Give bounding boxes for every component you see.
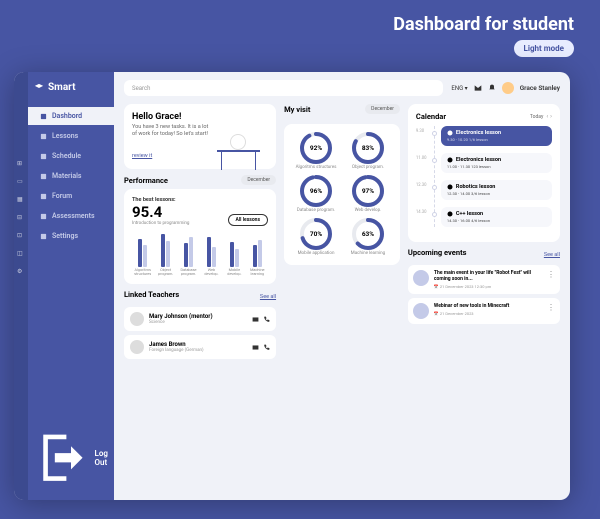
perf-best-number: 95.4 xyxy=(132,203,189,221)
search-placeholder: Search xyxy=(132,85,150,92)
visit-period[interactable]: December xyxy=(365,104,400,114)
topbar: Search ENG ▾ Grace Stanley xyxy=(124,80,560,96)
avatar[interactable] xyxy=(502,82,514,94)
event-image xyxy=(413,270,429,286)
phone-icon[interactable] xyxy=(263,344,270,351)
event-more[interactable]: ⋮ xyxy=(547,303,555,319)
nav-icon xyxy=(40,153,47,160)
play-icon xyxy=(447,157,453,163)
lang-select[interactable]: ENG ▾ xyxy=(451,85,467,92)
teachers-title: Linked Teachers xyxy=(124,290,179,299)
nav-item-lessons[interactable]: Lessons xyxy=(20,127,114,145)
sidebar: Smart Dashbord Lessons Schedule Materials Fo… xyxy=(14,72,114,500)
hello-illustration xyxy=(209,112,269,158)
nav-icon xyxy=(40,133,47,140)
nav-item-forum[interactable]: Forum xyxy=(20,187,114,205)
phone-icon[interactable] xyxy=(263,316,270,323)
perf-best-sub: Introduction to programming xyxy=(132,221,189,226)
columns: Hello Grace! You have 3 new tasks. It is… xyxy=(124,104,560,492)
event-image xyxy=(413,303,429,319)
app-window: ⊞▭▦⊟⊡◫⚙ Smart Dashbord Lessons Schedule Mat… xyxy=(14,72,570,500)
logout-label: Log Out xyxy=(95,449,114,467)
nav-item-settings[interactable]: Settings xyxy=(20,227,114,245)
calendar-item[interactable]: 14.30C++ lesson14.30 - 16.00 4/6 lesson xyxy=(441,207,552,227)
calendar-next[interactable]: › xyxy=(550,113,552,120)
hello-review-link[interactable]: review it xyxy=(132,153,152,159)
events-see-all[interactable]: See all xyxy=(544,252,560,258)
teacher-role: Science xyxy=(149,320,247,325)
visit-ring: 92%Algoritms structures xyxy=(292,132,340,171)
nav-icon xyxy=(40,173,47,180)
event-title: Webinar of new tools in Minecraft xyxy=(434,303,542,309)
calendar-item[interactable]: 11.00Electronics lesson11.00 - 11.30 123… xyxy=(441,153,552,173)
mail-icon[interactable] xyxy=(474,84,482,92)
calendar-prev[interactable]: ‹ xyxy=(546,113,548,120)
nav-item-dashbord[interactable]: Dashbord xyxy=(20,107,114,125)
teacher-row[interactable]: Mary Johnson (mentor)Science xyxy=(124,307,276,331)
page-heading: Dashboard for student xyxy=(393,14,574,35)
mode-pill: Light mode xyxy=(514,40,574,57)
teacher-row[interactable]: James BrownForeign language (German) xyxy=(124,335,276,359)
calendar-item[interactable]: 12.30Robotics lesson12.30 - 14.00 3/6 le… xyxy=(441,180,552,200)
play-icon xyxy=(447,130,453,136)
hello-card: Hello Grace! You have 3 new tasks. It is… xyxy=(124,104,276,169)
brand-text: Smart xyxy=(48,82,75,93)
play-icon xyxy=(447,211,453,217)
visit-ring: 63%Machine learning xyxy=(344,218,392,257)
mail-icon[interactable] xyxy=(252,316,259,323)
main: Search ENG ▾ Grace Stanley Hello Grace! … xyxy=(114,72,570,500)
visit-card: 92%Algoritms structures83%Object program… xyxy=(284,124,400,265)
hello-title: Hello Grace! xyxy=(132,112,209,122)
search-input[interactable]: Search xyxy=(124,80,443,96)
logout-button[interactable]: Log Out xyxy=(34,430,114,486)
teachers-see-all[interactable]: See all xyxy=(260,294,276,300)
event-date: 📅 21 December 2023 12:30 pm xyxy=(434,284,542,289)
nav-icon xyxy=(40,233,47,240)
nav: Dashbord Lessons Schedule Materials Forum Ass… xyxy=(14,107,114,245)
event-row[interactable]: The main event in your life "Robot Fest"… xyxy=(408,265,560,294)
nav-icon xyxy=(40,113,47,120)
all-lessons-button[interactable]: All lessons xyxy=(228,214,269,226)
visit-ring: 97%Web develop. xyxy=(344,175,392,214)
calendar-today: Today xyxy=(530,114,543,120)
nav-item-materials[interactable]: Materials xyxy=(20,167,114,185)
nav-item-assessments[interactable]: Assessments xyxy=(20,207,114,225)
visit-ring: 83%Object program. xyxy=(344,132,392,171)
teacher-avatar xyxy=(130,340,144,354)
nav-item-schedule[interactable]: Schedule xyxy=(20,147,114,165)
visit-title: My visit xyxy=(284,105,310,114)
teacher-avatar xyxy=(130,312,144,326)
topbar-right: ENG ▾ Grace Stanley xyxy=(451,82,560,94)
play-icon xyxy=(447,184,453,190)
brand[interactable]: Smart xyxy=(34,82,114,93)
teacher-role: Foreign language (German) xyxy=(149,348,247,353)
brand-icon xyxy=(34,83,44,93)
visit-ring: 96%Database program. xyxy=(292,175,340,214)
sidebar-mini-strip: ⊞▭▦⊟⊡◫⚙ xyxy=(14,72,28,500)
perf-title: Performance xyxy=(124,176,168,185)
visit-ring: 70%Mobile application xyxy=(292,218,340,257)
timeline: 9.30Electronics lesson9.30 - 10.20 1/6 l… xyxy=(434,126,552,227)
bell-icon[interactable] xyxy=(488,84,496,92)
calendar-title: Calendar xyxy=(416,112,446,121)
hello-body: You have 3 new tasks. It is a lot of wor… xyxy=(132,124,209,138)
perf-bars: Algoritms structuresObject program.Datab… xyxy=(132,232,268,276)
logout-icon xyxy=(34,430,90,486)
nav-icon xyxy=(40,213,47,220)
user-name: Grace Stanley xyxy=(520,84,560,92)
event-more[interactable]: ⋮ xyxy=(547,270,555,289)
events-title: Upcoming events xyxy=(408,248,467,257)
event-date: 📅 21 December 2023 xyxy=(434,311,542,316)
calendar-card: Calendar Today ‹› 9.30Electronics lesson… xyxy=(408,104,560,242)
event-title: The main event in your life "Robot Fest"… xyxy=(434,270,542,282)
nav-icon xyxy=(40,193,47,200)
calendar-item[interactable]: 9.30Electronics lesson9.30 - 10.20 1/6 l… xyxy=(441,126,552,146)
perf-period[interactable]: December xyxy=(241,175,276,185)
mail-icon[interactable] xyxy=(252,344,259,351)
perf-card: The best lessons: 95.4 Introduction to p… xyxy=(124,189,276,284)
event-row[interactable]: Webinar of new tools in Minecraft 📅 21 De… xyxy=(408,298,560,324)
